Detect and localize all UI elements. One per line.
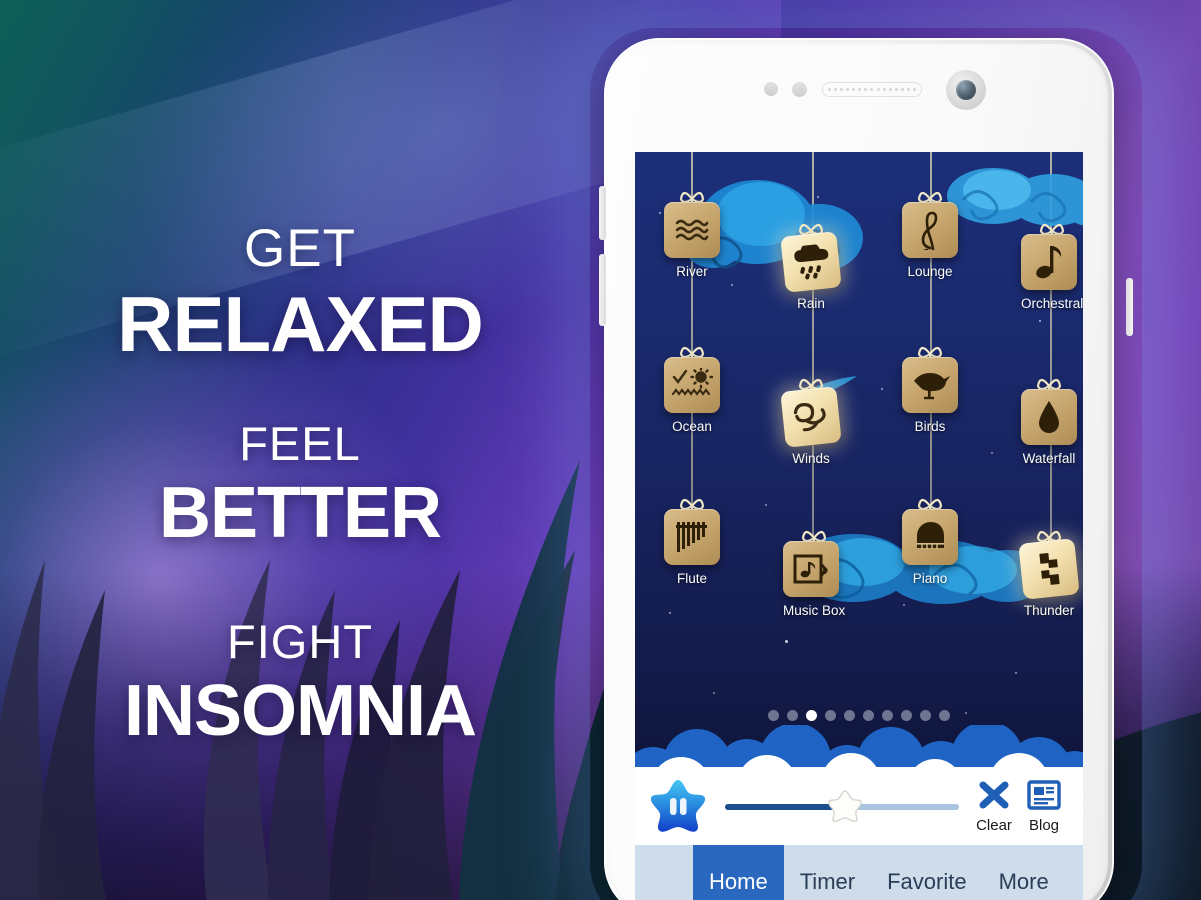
volume-up-button[interactable] <box>599 186 606 240</box>
tab-more-label: More <box>998 868 1049 894</box>
sound-label: River <box>676 264 708 279</box>
sound-label: Piano <box>912 571 948 586</box>
sound-label: Waterfall <box>1022 451 1076 466</box>
tab-timer-label: Timer <box>799 868 856 894</box>
bottom-tab-bar: Home Timer Favorite More <box>635 845 1083 900</box>
sound-tile-orchestral[interactable]: Orchestral <box>1021 223 1083 311</box>
sound-tile-river[interactable]: River <box>664 191 720 279</box>
close-x-icon <box>979 781 1009 808</box>
tile-face <box>1021 389 1077 445</box>
tile-face <box>664 357 720 413</box>
sound-label: Thunder <box>1023 603 1075 618</box>
tile-face <box>902 202 958 258</box>
tile-face <box>664 509 720 565</box>
page-dot[interactable] <box>901 710 912 721</box>
player-bar: Clear Blog <box>635 767 1083 845</box>
page-dot[interactable] <box>825 710 836 721</box>
tab-favorite-label: Favorite <box>887 868 967 894</box>
power-button[interactable] <box>1126 278 1133 336</box>
sound-label: Flute <box>676 571 707 586</box>
sound-tile-lounge[interactable]: Lounge <box>902 191 958 279</box>
sound-label: Music Box <box>783 603 846 618</box>
blog-button[interactable]: Blog <box>1019 779 1069 834</box>
sound-tile-winds[interactable]: Winds <box>780 378 842 466</box>
tile-face <box>780 386 842 448</box>
sound-tile-piano[interactable]: Piano <box>902 498 958 586</box>
tile-face <box>664 202 720 258</box>
tab-home-label: Home <box>709 868 768 894</box>
sound-tile-waterfall[interactable]: Waterfall <box>1021 378 1077 466</box>
tile-face <box>783 541 839 597</box>
sound-label: Birds <box>914 419 946 434</box>
page-indicator[interactable] <box>635 710 1083 721</box>
tab-timer[interactable]: Timer <box>784 845 871 900</box>
page-dot[interactable] <box>882 710 893 721</box>
page-dot[interactable] <box>787 710 798 721</box>
sound-label: Ocean <box>672 419 712 434</box>
page-dot[interactable] <box>939 710 950 721</box>
sound-tile-music-box[interactable]: Music Box <box>783 530 846 618</box>
tile-face <box>1018 538 1080 600</box>
page-dot[interactable] <box>920 710 931 721</box>
slider-fill <box>725 804 838 810</box>
tab-home[interactable]: Home <box>693 845 784 900</box>
tab-bar-spacer <box>635 845 693 900</box>
page-dot[interactable] <box>844 710 855 721</box>
tile-face <box>902 509 958 565</box>
sound-tile-rain[interactable]: Rain <box>780 223 842 311</box>
tile-face <box>902 357 958 413</box>
proximity-sensor-icon <box>764 82 778 96</box>
light-sensor-icon <box>792 82 807 97</box>
sound-tile-flute[interactable]: Flute <box>664 498 720 586</box>
sound-label: Orchestral <box>1021 296 1083 311</box>
sound-label: Lounge <box>907 264 953 279</box>
sound-label: Rain <box>797 296 825 311</box>
clear-label: Clear <box>976 816 1012 834</box>
blog-label: Blog <box>1028 816 1060 834</box>
phone-body: River Rain Lounge Orchestral Ocean Winds… <box>604 38 1114 900</box>
app-screen: River Rain Lounge Orchestral Ocean Winds… <box>635 152 1083 900</box>
slider-thumb-star-icon[interactable] <box>828 790 862 823</box>
tile-face <box>780 231 842 293</box>
volume-down-button[interactable] <box>599 254 606 326</box>
page-dot[interactable] <box>863 710 874 721</box>
sound-tile-thunder[interactable]: Thunder <box>1018 530 1080 618</box>
tab-more[interactable]: More <box>983 845 1065 900</box>
article-icon <box>1027 779 1061 810</box>
clear-button[interactable]: Clear <box>969 779 1019 834</box>
front-camera-icon <box>946 70 986 110</box>
earpiece-speaker-icon <box>822 82 922 97</box>
volume-slider[interactable] <box>725 790 959 823</box>
sound-tile-birds[interactable]: Birds <box>902 346 958 434</box>
page-dot[interactable] <box>768 710 779 721</box>
page-dot-active[interactable] <box>806 710 817 721</box>
pause-star-icon[interactable] <box>649 778 707 834</box>
sound-tile-ocean[interactable]: Ocean <box>664 346 720 434</box>
tile-face <box>1021 234 1077 290</box>
sound-label: Winds <box>792 451 830 466</box>
phone-mockup: River Rain Lounge Orchestral Ocean Winds… <box>599 38 1133 900</box>
tab-favorite[interactable]: Favorite <box>871 845 982 900</box>
